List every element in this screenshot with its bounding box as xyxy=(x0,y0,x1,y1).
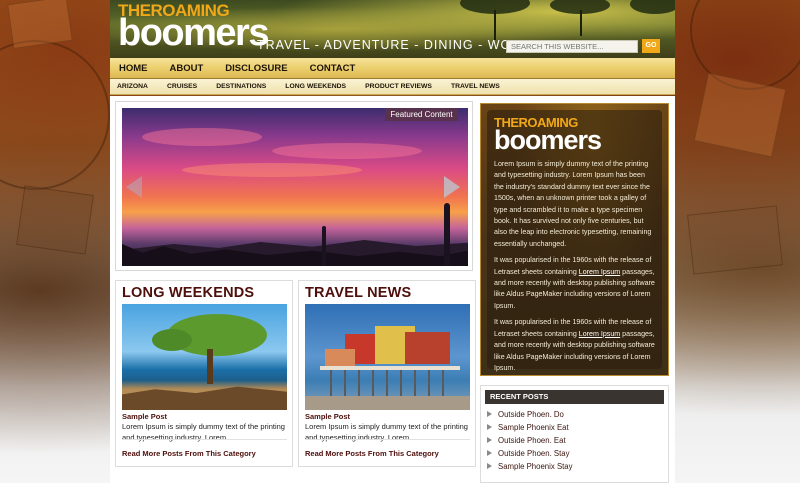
site-header: THEROAMING boomers TRAVEL - ADVENTURE - … xyxy=(110,0,675,58)
bullet-arrow-icon xyxy=(487,437,492,443)
read-more-link[interactable]: Read More Posts From This Category xyxy=(305,449,439,458)
featured-image[interactable]: Featured Content xyxy=(122,108,468,266)
page-wrapper: THEROAMING boomers TRAVEL - ADVENTURE - … xyxy=(110,0,675,483)
cactus-silhouette xyxy=(322,226,326,266)
post-thumbnail[interactable] xyxy=(122,304,287,410)
bullet-arrow-icon xyxy=(487,424,492,430)
background-compass xyxy=(0,40,110,190)
beach xyxy=(305,396,470,410)
nav-home[interactable]: HOME xyxy=(119,63,148,74)
background-card xyxy=(7,0,73,49)
cactus-silhouette xyxy=(444,203,450,266)
category-nav: ARIZONA CRUISES DESTINATIONS LONG WEEKEN… xyxy=(110,79,675,95)
header-tree xyxy=(630,0,675,14)
subnav-cruises[interactable]: CRUISES xyxy=(167,83,197,90)
about-panel: THEROAMING boomers Lorem Ipsum is simply… xyxy=(487,110,662,372)
category-title[interactable]: TRAVEL NEWS xyxy=(305,285,469,301)
about-widget: THEROAMING boomers Lorem Ipsum is simply… xyxy=(480,103,669,376)
recent-posts-heading: RECENT POSTS xyxy=(485,390,664,404)
arrow-left-icon[interactable] xyxy=(126,176,142,198)
background-card xyxy=(16,185,94,255)
bullet-arrow-icon xyxy=(487,463,492,469)
recent-post-link[interactable]: Outside Phoen. Eat xyxy=(498,436,566,445)
sunset-cloud xyxy=(272,143,422,159)
recent-post-link[interactable]: Sample Phoenix Stay xyxy=(498,462,573,471)
nav-disclosure[interactable]: DISCLOSURE xyxy=(225,63,287,74)
recent-post-link[interactable]: Outside Phoen. Stay xyxy=(498,449,570,458)
bullet-arrow-icon xyxy=(487,450,492,456)
header-tree-trunk xyxy=(494,10,496,40)
sunset-cloud xyxy=(182,163,362,177)
recent-posts-list: Outside Phoen. Do Sample Phoenix Eat Out… xyxy=(487,408,668,473)
house-block xyxy=(405,332,450,364)
recent-post-link[interactable]: Outside Phoen. Do xyxy=(498,410,564,419)
recent-post-item[interactable]: Sample Phoenix Eat xyxy=(487,421,668,434)
subnav-destinations[interactable]: DESTINATIONS xyxy=(216,83,266,90)
subnav-product-reviews[interactable]: PRODUCT REVIEWS xyxy=(365,83,432,90)
content-area: Featured Content LONG WEEKENDS Sample Po… xyxy=(110,96,675,483)
recent-post-item[interactable]: Outside Phoen. Eat xyxy=(487,434,668,447)
read-more-link[interactable]: Read More Posts From This Category xyxy=(122,449,256,458)
subnav-arizona[interactable]: ARIZONA xyxy=(117,83,148,90)
shore-rocks xyxy=(122,386,287,410)
nav-about[interactable]: ABOUT xyxy=(170,63,204,74)
header-tree-trunk xyxy=(580,10,582,36)
divider xyxy=(122,439,287,440)
search-input[interactable] xyxy=(506,40,638,53)
main-nav: HOME ABOUT DISCLOSURE CONTACT xyxy=(110,58,675,79)
tree-trunk xyxy=(207,349,213,384)
site-logo[interactable]: boomers xyxy=(118,13,269,53)
category-box-long-weekends: LONG WEEKENDS Sample Post Lorem Ipsum is… xyxy=(115,280,293,467)
about-paragraph: It was popularised in the 1960s with the… xyxy=(494,255,655,312)
background-card xyxy=(687,205,783,275)
category-box-travel-news: TRAVEL NEWS Sample Post Lorem Ipsum is s… xyxy=(298,280,476,467)
lorem-ipsum-link[interactable]: Lorem Ipsum xyxy=(579,330,620,338)
arrow-right-icon[interactable] xyxy=(444,176,460,198)
divider xyxy=(305,439,470,440)
nav-contact[interactable]: CONTACT xyxy=(310,63,356,74)
recent-post-item[interactable]: Sample Phoenix Stay xyxy=(487,460,668,473)
recent-posts-widget: RECENT POSTS Outside Phoen. Do Sample Ph… xyxy=(480,385,669,483)
post-title[interactable]: Sample Post xyxy=(305,412,469,421)
about-logo: boomers xyxy=(494,125,602,155)
recent-post-link[interactable]: Sample Phoenix Eat xyxy=(498,423,569,432)
post-thumbnail[interactable] xyxy=(305,304,470,410)
category-title[interactable]: LONG WEEKENDS xyxy=(122,285,286,301)
about-paragraph: It was popularised in the 1960s with the… xyxy=(494,317,655,374)
search-button[interactable]: GO xyxy=(642,39,660,53)
featured-slider: Featured Content xyxy=(115,101,473,271)
sunset-cloud xyxy=(142,128,262,146)
featured-badge: Featured Content xyxy=(385,108,458,121)
subnav-travel-news[interactable]: TRAVEL NEWS xyxy=(451,83,500,90)
bullet-arrow-icon xyxy=(487,411,492,417)
recent-post-item[interactable]: Outside Phoen. Stay xyxy=(487,447,668,460)
post-title[interactable]: Sample Post xyxy=(122,412,286,421)
recent-post-item[interactable]: Outside Phoen. Do xyxy=(487,408,668,421)
lorem-ipsum-link[interactable]: Lorem Ipsum xyxy=(579,268,620,276)
subnav-long-weekends[interactable]: LONG WEEKENDS xyxy=(285,83,346,90)
about-paragraph: Lorem Ipsum is simply dummy text of the … xyxy=(494,160,652,248)
tree-canopy xyxy=(152,329,192,351)
background-card xyxy=(693,72,787,158)
